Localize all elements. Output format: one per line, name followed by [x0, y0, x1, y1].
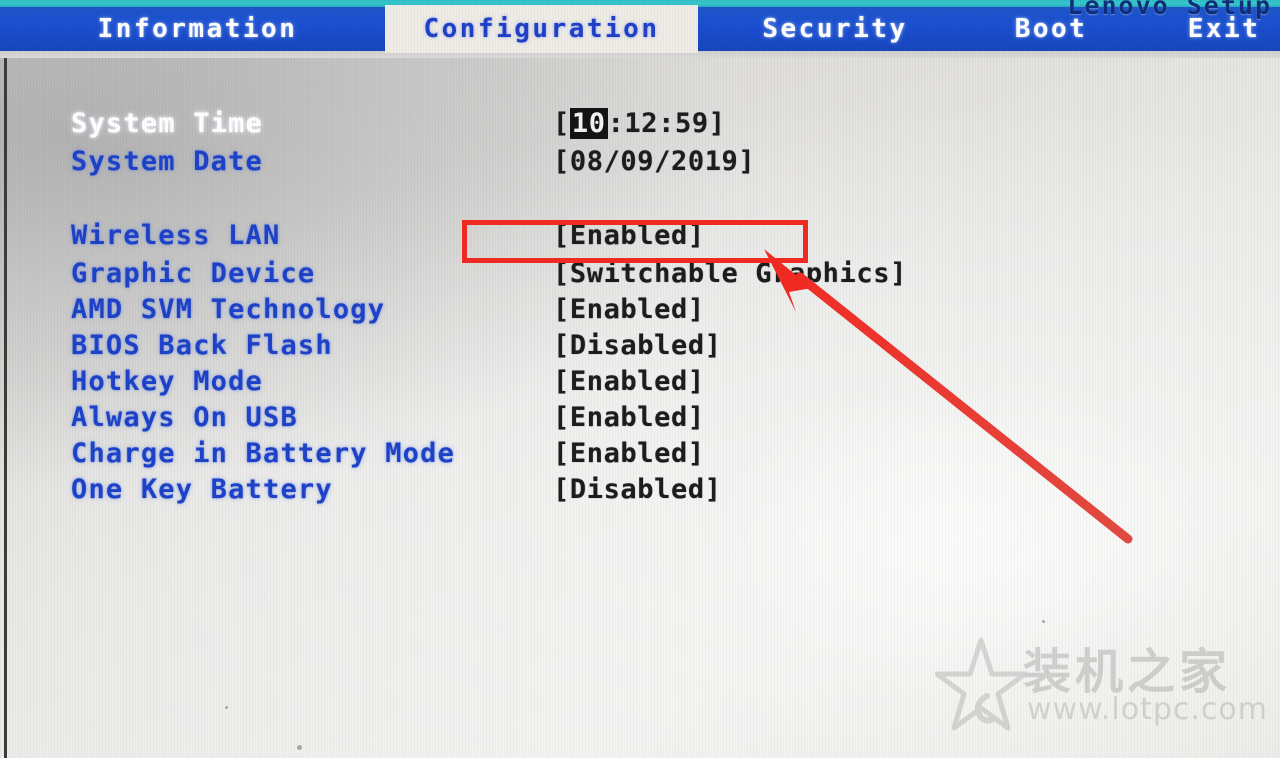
value-hotkey-mode[interactable]: [Enabled]	[553, 366, 705, 397]
tab-configuration[interactable]: Configuration	[385, 5, 698, 53]
setup-title: Lenovo Setup	[1067, 0, 1272, 20]
settings-row-system-date[interactable]: System Date [08/09/2019]	[7, 146, 1279, 182]
value-one-key-battery[interactable]: [Disabled]	[553, 474, 722, 505]
bios-setup-screen: Information Configuration Security Boot …	[0, 0, 1280, 758]
value-graphic-device[interactable]: [Switchable Graphics]	[553, 258, 907, 289]
label-graphic-device: Graphic Device	[71, 258, 316, 289]
tab-information-label: Information	[97, 14, 298, 44]
value-system-time-hour[interactable]: 10	[569, 108, 608, 139]
label-bios-back-flash: BIOS Back Flash	[71, 330, 333, 361]
settings-row-one-key-battery[interactable]: One Key Battery [Disabled]	[7, 474, 1279, 510]
value-wireless-lan[interactable]: [Enabled]	[553, 220, 705, 251]
value-always-on-usb[interactable]: [Enabled]	[553, 402, 705, 433]
label-wireless-lan: Wireless LAN	[71, 220, 281, 251]
tab-information[interactable]: Information	[10, 7, 385, 51]
value-bios-back-flash[interactable]: [Disabled]	[553, 330, 722, 361]
label-system-time: System Time	[71, 108, 264, 139]
value-amd-svm-technology[interactable]: [Enabled]	[553, 294, 705, 325]
settings-row-wireless-lan[interactable]: Wireless LAN [Enabled]	[7, 220, 1279, 256]
settings-row-system-time[interactable]: System Time [10:12:59]	[7, 108, 1279, 144]
label-amd-svm-technology: AMD SVM Technology	[71, 294, 386, 325]
value-system-time[interactable]: [10:12:59]	[553, 108, 726, 139]
tab-security[interactable]: Security	[700, 7, 970, 51]
value-system-date[interactable]: [08/09/2019]	[553, 146, 755, 177]
value-charge-in-battery-mode[interactable]: [Enabled]	[553, 438, 705, 469]
content-frame: System Time [10:12:59] System Date [08/0…	[4, 58, 1276, 758]
settings-row-graphic-device[interactable]: Graphic Device [Switchable Graphics]	[7, 258, 1279, 294]
dust-speck	[297, 745, 302, 750]
tab-security-label: Security	[762, 14, 908, 44]
settings-row-always-on-usb[interactable]: Always On USB [Enabled]	[7, 402, 1279, 438]
settings-row-bios-back-flash[interactable]: BIOS Back Flash [Disabled]	[7, 330, 1279, 366]
settings-row-hotkey-mode[interactable]: Hotkey Mode [Enabled]	[7, 366, 1279, 402]
settings-row-amd-svm-technology[interactable]: AMD SVM Technology [Enabled]	[7, 294, 1279, 330]
dust-speck	[1042, 620, 1045, 623]
label-system-date: System Date	[71, 146, 264, 177]
label-always-on-usb: Always On USB	[71, 402, 298, 433]
label-charge-in-battery-mode: Charge in Battery Mode	[71, 438, 456, 469]
label-one-key-battery: One Key Battery	[71, 474, 333, 505]
value-system-time-prefix: [	[553, 108, 570, 139]
value-system-time-rest: :12:59]	[607, 108, 726, 139]
dust-speck	[225, 706, 228, 709]
label-hotkey-mode: Hotkey Mode	[71, 366, 264, 397]
tab-configuration-label: Configuration	[423, 14, 660, 44]
settings-row-charge-in-battery-mode[interactable]: Charge in Battery Mode [Enabled]	[7, 438, 1279, 474]
